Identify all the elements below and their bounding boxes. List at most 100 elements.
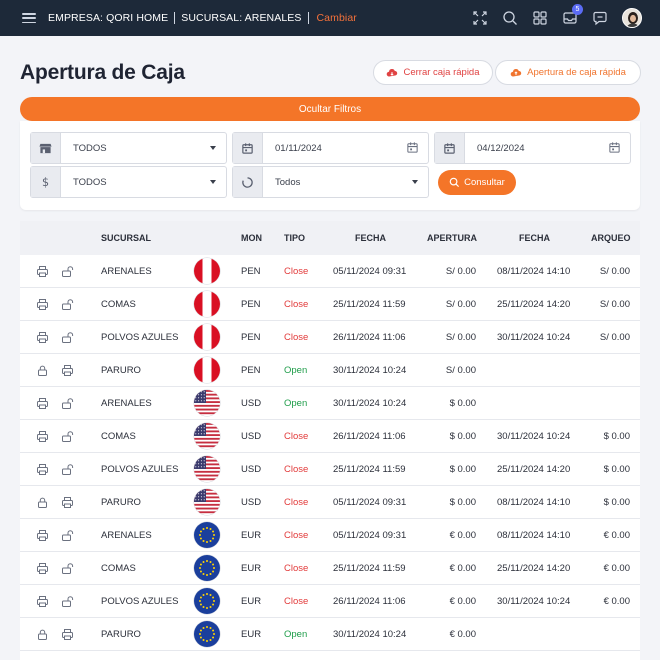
count-amount-cell <box>580 618 630 651</box>
currency-cell: PEN <box>241 365 261 376</box>
col-mon[interactable]: MON <box>241 221 262 255</box>
printer-icon[interactable] <box>36 463 49 476</box>
currency-select[interactable]: $ TODOS <box>30 166 227 198</box>
open-register-label: Apertura de caja rápida <box>527 67 626 78</box>
printer-icon[interactable] <box>61 364 74 377</box>
currency-cell: EUR <box>241 530 262 541</box>
status-cell: Close <box>284 266 309 277</box>
printer-icon[interactable] <box>61 496 74 509</box>
printer-icon[interactable] <box>36 430 49 443</box>
lock-open-icon[interactable] <box>61 265 74 278</box>
printer-icon[interactable] <box>36 331 49 344</box>
col-arqueo[interactable]: ARQUEO <box>591 221 631 255</box>
close-register-button[interactable]: Cerrar caja rápida <box>373 60 493 85</box>
currency-cell: PEN <box>241 266 261 277</box>
lock-open-icon[interactable] <box>61 562 74 575</box>
lock-closed-icon[interactable] <box>36 496 49 509</box>
lock-closed-icon[interactable] <box>36 364 49 377</box>
printer-icon[interactable] <box>36 298 49 311</box>
printer-icon[interactable] <box>36 265 49 278</box>
close-date-cell: 25/11/2024 14:20 <box>497 299 571 310</box>
top-bar: EMPRESA: QORI HOME SUCURSAL: ARENALES Ca… <box>0 0 660 36</box>
company-label: EMPRESA: QORI HOME <box>48 12 169 24</box>
lock-open-icon[interactable] <box>61 397 74 410</box>
col-apertura[interactable]: APERTURA <box>427 221 477 255</box>
notifications-icon[interactable]: 5 <box>562 4 583 26</box>
flag-eu-icon <box>194 588 220 614</box>
flag-pe-icon <box>194 291 220 317</box>
col-tipo[interactable]: TIPO <box>284 221 305 255</box>
status-cell: Close <box>284 530 309 541</box>
col-fecha[interactable]: FECHA <box>355 221 386 255</box>
svg-text:$: $ <box>42 176 49 189</box>
table-row: COMAS EUR Close 25/11/2024 11:59 € 0.00 25/11… <box>20 552 640 585</box>
lock-open-icon[interactable] <box>61 529 74 542</box>
branch-cell: COMAS <box>101 431 136 442</box>
open-date-cell: 26/11/2024 11:06 <box>333 332 406 343</box>
col-sucursal[interactable]: SUCURSAL <box>101 221 151 255</box>
currency-value: TODOS <box>73 176 107 188</box>
table-row: COMAS PEN Close 25/11/2024 11:59 S/ 0.00 25/1… <box>20 288 640 321</box>
opening-amount-cell: $ 0.00 <box>449 464 476 475</box>
status-cell: Open <box>284 365 308 376</box>
open-date-cell: 25/11/2024 11:59 <box>333 299 406 310</box>
status-value: Todos <box>275 176 301 188</box>
currency-cell: EUR <box>241 596 262 607</box>
printer-icon[interactable] <box>36 595 49 608</box>
printer-icon[interactable] <box>36 397 49 410</box>
close-date-cell: 25/11/2024 14:20 <box>497 464 571 475</box>
fullscreen-icon[interactable] <box>472 10 488 26</box>
lock-open-icon[interactable] <box>61 463 74 476</box>
flag-eu-icon <box>194 522 220 548</box>
branch-cell: POLVOS AZULES <box>101 332 179 343</box>
flag-us-icon <box>194 390 220 416</box>
opening-amount-cell: $ 0.00 <box>449 497 476 508</box>
col-fecha-cierre[interactable]: FECHA <box>519 221 550 255</box>
date-from-input[interactable]: 01/11/2024 <box>232 132 429 164</box>
consult-button[interactable]: Consultar <box>438 170 516 195</box>
status-cell: Open <box>284 629 308 640</box>
currency-cell: USD <box>241 398 262 409</box>
currency-cell: USD <box>241 497 262 508</box>
branch-cell: PARURO <box>101 365 141 376</box>
calendar-picker-icon[interactable] <box>608 141 621 154</box>
apps-icon[interactable] <box>532 10 548 26</box>
date-to-value: 04/12/2024 <box>477 142 525 154</box>
status-cell: Close <box>284 596 309 607</box>
open-register-button[interactable]: Apertura de caja rápida <box>495 60 641 85</box>
chat-icon[interactable] <box>592 10 608 26</box>
cloud-download-icon <box>387 68 398 77</box>
date-to-input[interactable]: 04/12/2024 <box>434 132 631 164</box>
lock-open-icon[interactable] <box>61 298 74 311</box>
lock-open-icon[interactable] <box>61 430 74 443</box>
store-icon <box>31 133 61 163</box>
calendar-icon <box>435 133 465 163</box>
search-icon[interactable] <box>502 10 518 26</box>
close-date-cell: 30/11/2024 10:24 <box>497 596 571 607</box>
open-date-cell: 26/11/2024 11:06 <box>333 431 406 442</box>
calendar-picker-icon[interactable] <box>406 141 419 154</box>
lock-open-icon[interactable] <box>61 595 74 608</box>
table-row: PARURO USD Close 05/11/2024 09:31 $ 0.00 08/1… <box>20 486 640 519</box>
lock-closed-icon[interactable] <box>36 628 49 641</box>
store-select[interactable]: TODOS <box>30 132 227 164</box>
table-row: POLVOS AZULES USD Close 25/11/2024 11:59 $ 0… <box>20 453 640 486</box>
lock-open-icon[interactable] <box>61 331 74 344</box>
close-date-cell: 08/11/2024 14:10 <box>497 530 571 541</box>
status-select[interactable]: Todos <box>232 166 429 198</box>
chevron-down-icon <box>412 180 418 184</box>
avatar[interactable] <box>622 8 642 28</box>
menu-icon[interactable] <box>22 13 36 23</box>
branch-cell: POLVOS AZULES <box>101 596 179 607</box>
change-branch-link[interactable]: Cambiar <box>317 12 357 24</box>
currency-cell: PEN <box>241 299 261 310</box>
printer-icon[interactable] <box>36 529 49 542</box>
currency-cell: USD <box>241 464 262 475</box>
printer-icon[interactable] <box>61 628 74 641</box>
calendar-icon <box>233 133 263 163</box>
printer-icon[interactable] <box>36 562 49 575</box>
opening-amount-cell: S/ 0.00 <box>445 266 476 277</box>
flag-us-icon <box>194 456 220 482</box>
toggle-filters-button[interactable]: Ocultar Filtros <box>20 97 640 121</box>
consult-label: Consultar <box>464 177 505 188</box>
